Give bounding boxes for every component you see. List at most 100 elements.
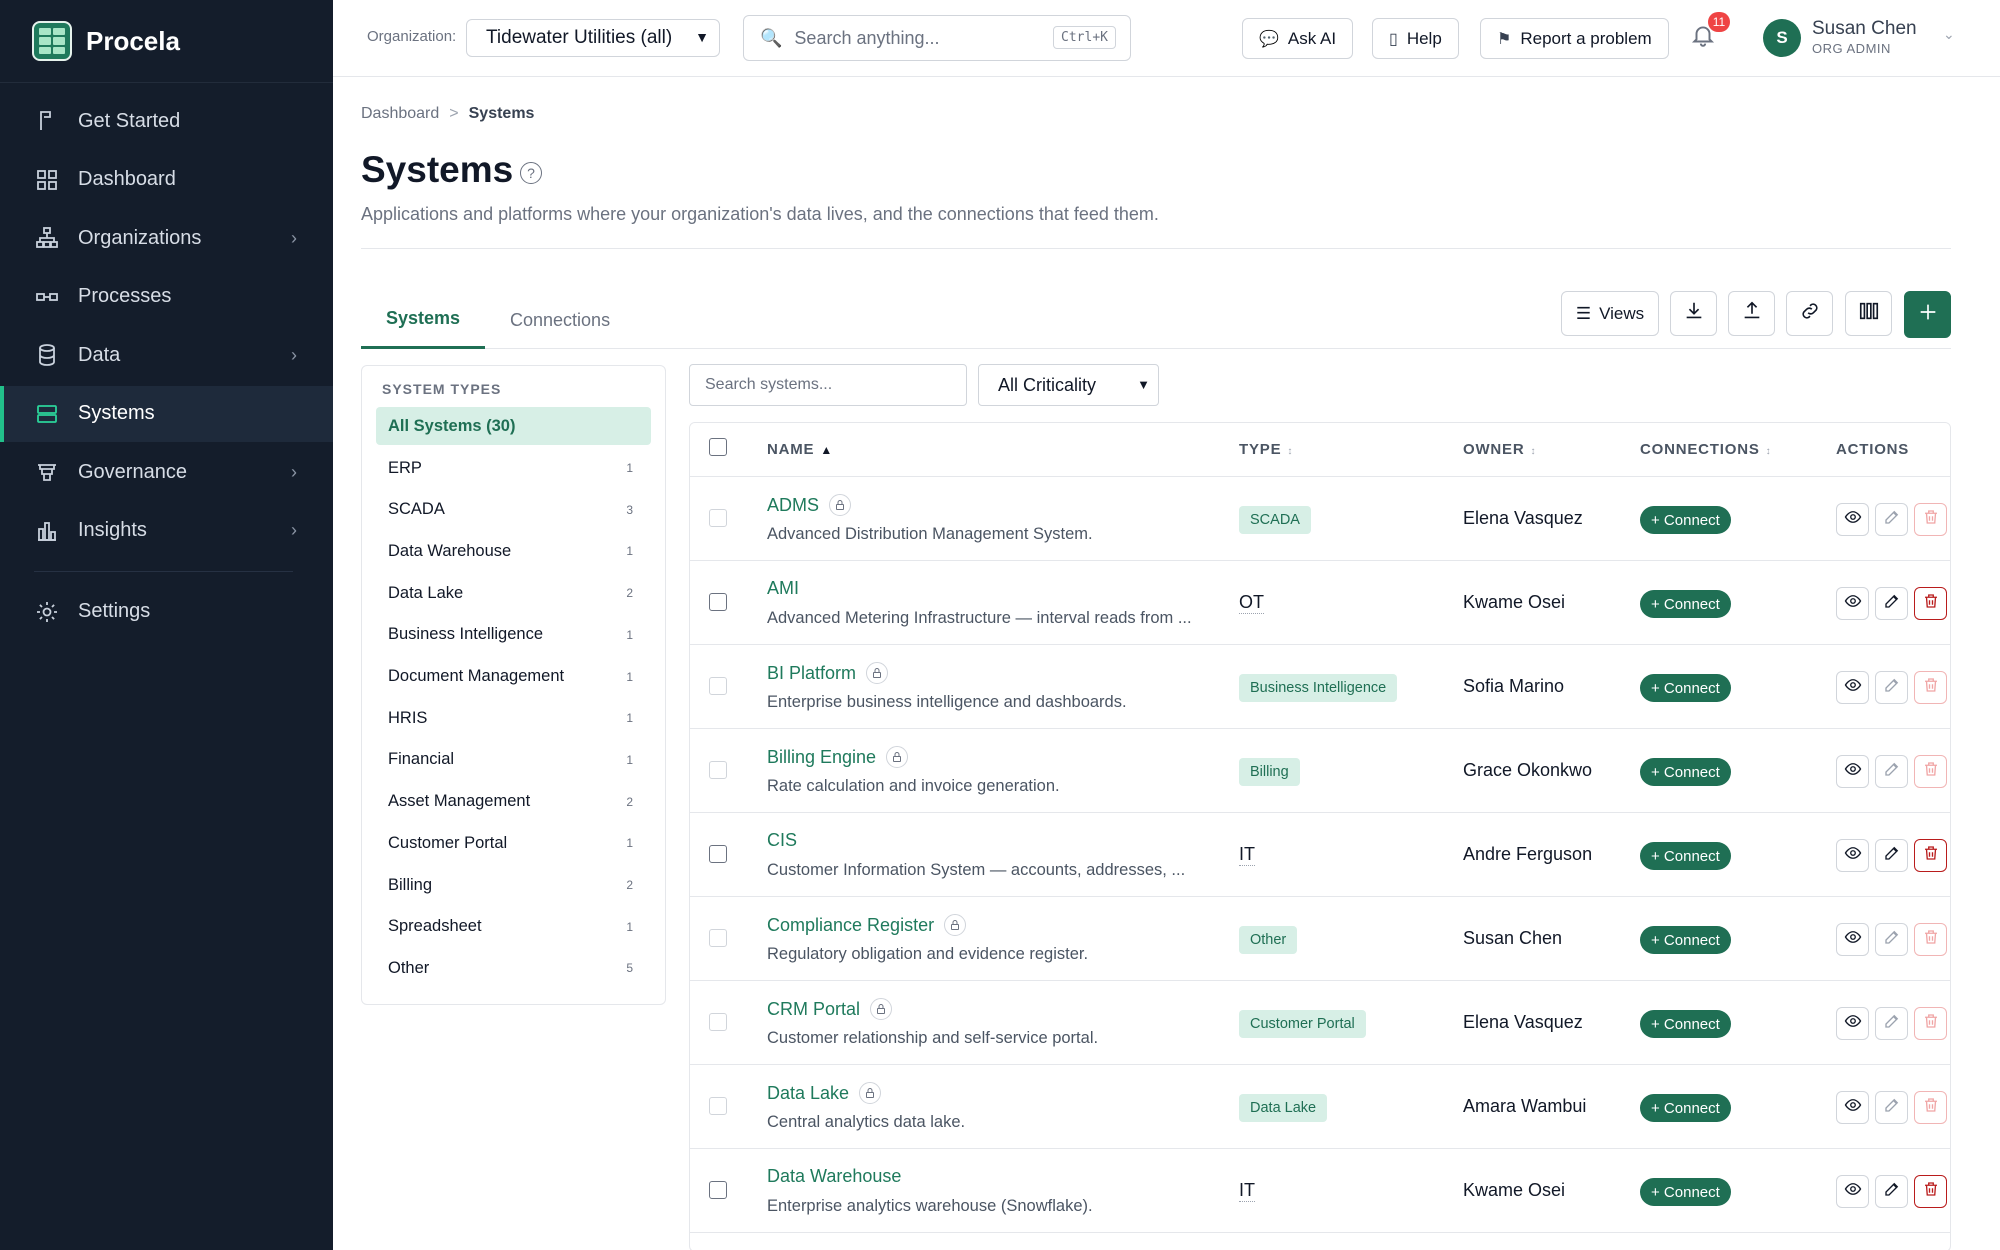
- delete-button[interactable]: [1914, 1175, 1947, 1208]
- type-filter-item[interactable]: Data Warehouse 1: [376, 532, 651, 570]
- system-name-link[interactable]: Data Lake: [767, 1082, 882, 1104]
- upload-button[interactable]: [1728, 291, 1775, 336]
- system-name-link[interactable]: BI Platform: [767, 662, 889, 684]
- view-button[interactable]: [1836, 587, 1869, 620]
- connect-button[interactable]: + Connect: [1640, 506, 1731, 534]
- edit-button[interactable]: [1875, 503, 1908, 536]
- delete-button[interactable]: [1914, 839, 1947, 872]
- brand[interactable]: Procela: [0, 0, 333, 83]
- report-problem-button[interactable]: ⚑ Report a problem: [1480, 18, 1669, 59]
- view-button[interactable]: [1836, 503, 1869, 536]
- view-button[interactable]: [1836, 1007, 1869, 1040]
- connect-button[interactable]: + Connect: [1640, 758, 1731, 786]
- system-name-link[interactable]: AMI: [767, 578, 799, 599]
- row-checkbox[interactable]: [709, 509, 727, 527]
- view-button[interactable]: [1836, 755, 1869, 788]
- sidebar-item-processes[interactable]: Processes: [0, 269, 333, 325]
- help-circle-icon[interactable]: ?: [520, 162, 542, 184]
- ask-ai-button[interactable]: 💬 Ask AI: [1242, 18, 1354, 59]
- system-name-link[interactable]: Compliance Register: [767, 914, 967, 936]
- row-checkbox[interactable]: [709, 761, 727, 779]
- delete-button[interactable]: [1914, 1007, 1947, 1040]
- table-row[interactable]: BI Platform Enterprise business intellige…: [690, 645, 1950, 729]
- system-name-link[interactable]: CIS: [767, 830, 797, 851]
- sidebar-item-insights[interactable]: Insights ›: [0, 503, 333, 559]
- delete-button[interactable]: [1914, 1091, 1947, 1124]
- type-filter-item[interactable]: Data Lake 2: [376, 574, 651, 612]
- global-search-input[interactable]: 🔍 Search anything... Ctrl+K: [743, 15, 1131, 61]
- view-button[interactable]: [1836, 671, 1869, 704]
- edit-button[interactable]: [1875, 923, 1908, 956]
- row-checkbox[interactable]: [709, 845, 727, 863]
- delete-button[interactable]: [1914, 587, 1947, 620]
- tab-connections[interactable]: Connections: [510, 291, 610, 349]
- connect-button[interactable]: + Connect: [1640, 1178, 1731, 1206]
- edit-button[interactable]: [1875, 839, 1908, 872]
- type-filter-item[interactable]: Spreadsheet 1: [376, 908, 651, 946]
- column-header-name[interactable]: NAME ▲: [767, 441, 833, 458]
- row-checkbox[interactable]: [709, 1013, 727, 1031]
- connect-button[interactable]: + Connect: [1640, 1010, 1731, 1038]
- delete-button[interactable]: [1914, 923, 1947, 956]
- table-row[interactable]: ADMS Advanced Distribution Management Sys…: [690, 477, 1950, 561]
- table-row[interactable]: Data Warehouse Enterprise analytics wareh…: [690, 1149, 1950, 1233]
- edit-button[interactable]: [1875, 755, 1908, 788]
- connect-button[interactable]: + Connect: [1640, 674, 1731, 702]
- select-all-checkbox[interactable]: [709, 438, 727, 456]
- table-row[interactable]: Data Lake Central analytics data lake. Dat…: [690, 1065, 1950, 1149]
- delete-button[interactable]: [1914, 755, 1947, 788]
- type-filter-item[interactable]: Asset Management 2: [376, 783, 651, 821]
- system-name-link[interactable]: ADMS: [767, 494, 852, 516]
- edit-button[interactable]: [1875, 1007, 1908, 1040]
- row-checkbox[interactable]: [709, 1097, 727, 1115]
- row-checkbox[interactable]: [709, 929, 727, 947]
- connect-button[interactable]: + Connect: [1640, 1094, 1731, 1122]
- org-select[interactable]: Tidewater Utilities (all) ▼: [466, 19, 720, 57]
- sidebar-item-systems[interactable]: Systems: [0, 385, 333, 442]
- views-button[interactable]: ☰ Views: [1561, 291, 1659, 336]
- view-button[interactable]: [1836, 923, 1869, 956]
- delete-button[interactable]: [1914, 503, 1947, 536]
- copy-link-button[interactable]: [1786, 291, 1833, 336]
- type-filter-item[interactable]: Billing 2: [376, 866, 651, 904]
- type-filter-all[interactable]: All Systems (30): [376, 407, 651, 445]
- table-row[interactable]: CIS Customer Information System — account…: [690, 813, 1950, 897]
- row-checkbox[interactable]: [709, 677, 727, 695]
- delete-button[interactable]: [1914, 671, 1947, 704]
- type-filter-item[interactable]: HRIS 1: [376, 699, 651, 737]
- connect-button[interactable]: + Connect: [1640, 926, 1731, 954]
- edit-button[interactable]: [1875, 587, 1908, 620]
- sidebar-item-governance[interactable]: Governance ›: [0, 444, 333, 500]
- table-row[interactable]: Compliance Register Regulatory obligation…: [690, 897, 1950, 981]
- user-name[interactable]: Susan Chen: [1812, 18, 1917, 40]
- avatar[interactable]: S: [1763, 19, 1801, 57]
- row-checkbox[interactable]: [709, 1181, 727, 1199]
- edit-button[interactable]: [1875, 1091, 1908, 1124]
- connect-button[interactable]: + Connect: [1640, 590, 1731, 618]
- column-header-connections[interactable]: CONNECTIONS ↕: [1640, 441, 1771, 458]
- row-checkbox[interactable]: [709, 593, 727, 611]
- column-header-type[interactable]: TYPE ↕: [1239, 441, 1293, 458]
- help-button[interactable]: ▯ Help: [1372, 18, 1459, 59]
- table-row[interactable]: CRM Portal Customer relationship and self…: [690, 981, 1950, 1065]
- view-button[interactable]: [1836, 1091, 1869, 1124]
- type-filter-item[interactable]: Customer Portal 1: [376, 824, 651, 862]
- type-filter-item[interactable]: Document Management 1: [376, 658, 651, 696]
- type-filter-item[interactable]: ERP 1: [376, 449, 651, 487]
- edit-button[interactable]: [1875, 671, 1908, 704]
- chevron-down-icon[interactable]: ⌄: [1943, 26, 1955, 43]
- sidebar-item-data[interactable]: Data ›: [0, 327, 333, 383]
- view-button[interactable]: [1836, 839, 1869, 872]
- type-filter-item[interactable]: Financial 1: [376, 741, 651, 779]
- view-button[interactable]: [1836, 1175, 1869, 1208]
- type-filter-item[interactable]: Other 5: [376, 949, 651, 987]
- table-row[interactable]: AMI Advanced Metering Infrastructure — in…: [690, 561, 1950, 645]
- edit-button[interactable]: [1875, 1175, 1908, 1208]
- type-filter-item[interactable]: SCADA 3: [376, 491, 651, 529]
- sidebar-item-get-started[interactable]: Get Started: [0, 93, 333, 149]
- add-system-button[interactable]: [1904, 291, 1951, 338]
- column-header-owner[interactable]: OWNER ↕: [1463, 441, 1536, 458]
- download-button[interactable]: [1670, 291, 1717, 336]
- breadcrumb-root[interactable]: Dashboard: [361, 105, 439, 123]
- table-row[interactable]: Billing Engine Rate calculation and invoi…: [690, 729, 1950, 813]
